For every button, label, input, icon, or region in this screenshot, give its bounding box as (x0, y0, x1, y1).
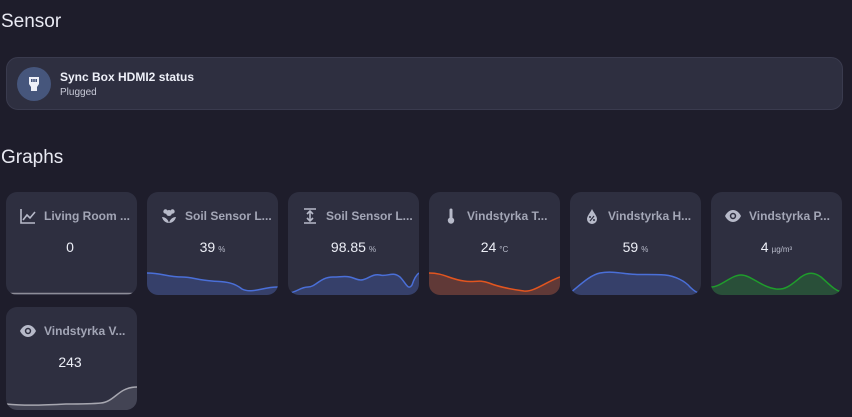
graph-card-vindstyrka-voc[interactable]: Vindstyrka V... 243 (6, 307, 137, 410)
graph-card-name: Living Room ... (44, 209, 130, 223)
entity-name: Sync Box HDMI2 status (60, 69, 195, 84)
graph-card-living-room[interactable]: Living Room ... 0 (6, 192, 137, 295)
sparkline (288, 272, 419, 295)
sparkline (570, 271, 701, 295)
graph-card-value: 243 (58, 354, 82, 370)
entity-state: Plugged (60, 86, 97, 98)
graph-card-vindstyrka-pm[interactable]: Vindstyrka P... 4 µg/m³ (711, 192, 842, 295)
graph-card-soil-sensor-2[interactable]: Soil Sensor L... 98.85% (288, 192, 419, 295)
arrow-expand-vertical-icon (301, 207, 319, 225)
sparkline (429, 272, 560, 295)
eye-icon (724, 207, 742, 225)
graph-card-name: Vindstyrka T... (467, 209, 548, 223)
thermometer-icon (442, 207, 460, 225)
graphs-section-title: Graphs (1, 147, 64, 168)
hdmi-port-icon (17, 66, 51, 101)
eye-icon (19, 322, 37, 340)
graph-card-value: 59% (622, 239, 649, 255)
graph-card-name: Vindstyrka H... (608, 209, 692, 223)
sparkline (147, 272, 278, 295)
graph-card-name: Soil Sensor L... (326, 209, 413, 223)
graph-card-vindstyrka-humidity[interactable]: Vindstyrka H... 59% (570, 192, 701, 295)
chart-line-icon (19, 207, 37, 225)
graph-card-name: Vindstyrka P... (749, 209, 830, 223)
graph-card-name: Soil Sensor L... (185, 209, 272, 223)
graph-card-value: 4 µg/m³ (760, 239, 793, 255)
sensor-section-title: Sensor (1, 11, 62, 32)
sparkline (6, 292, 137, 295)
graph-card-value: 24 °C (480, 239, 509, 255)
entity-card-hdmi-status[interactable]: Sync Box HDMI2 status Plugged (6, 57, 843, 110)
sparkline (711, 272, 842, 295)
water-percent-icon (583, 207, 601, 225)
graph-card-value: 0 (66, 239, 74, 255)
graph-card-value: 98.85% (330, 239, 377, 255)
graph-card-soil-sensor-1[interactable]: Soil Sensor L... 39% (147, 192, 278, 295)
flower-icon (160, 207, 178, 225)
graph-card-name: Vindstyrka V... (44, 324, 126, 338)
graph-card-vindstyrka-temperature[interactable]: Vindstyrka T... 24 °C (429, 192, 560, 295)
graph-card-value: 39% (199, 239, 226, 255)
sparkline (6, 386, 137, 410)
